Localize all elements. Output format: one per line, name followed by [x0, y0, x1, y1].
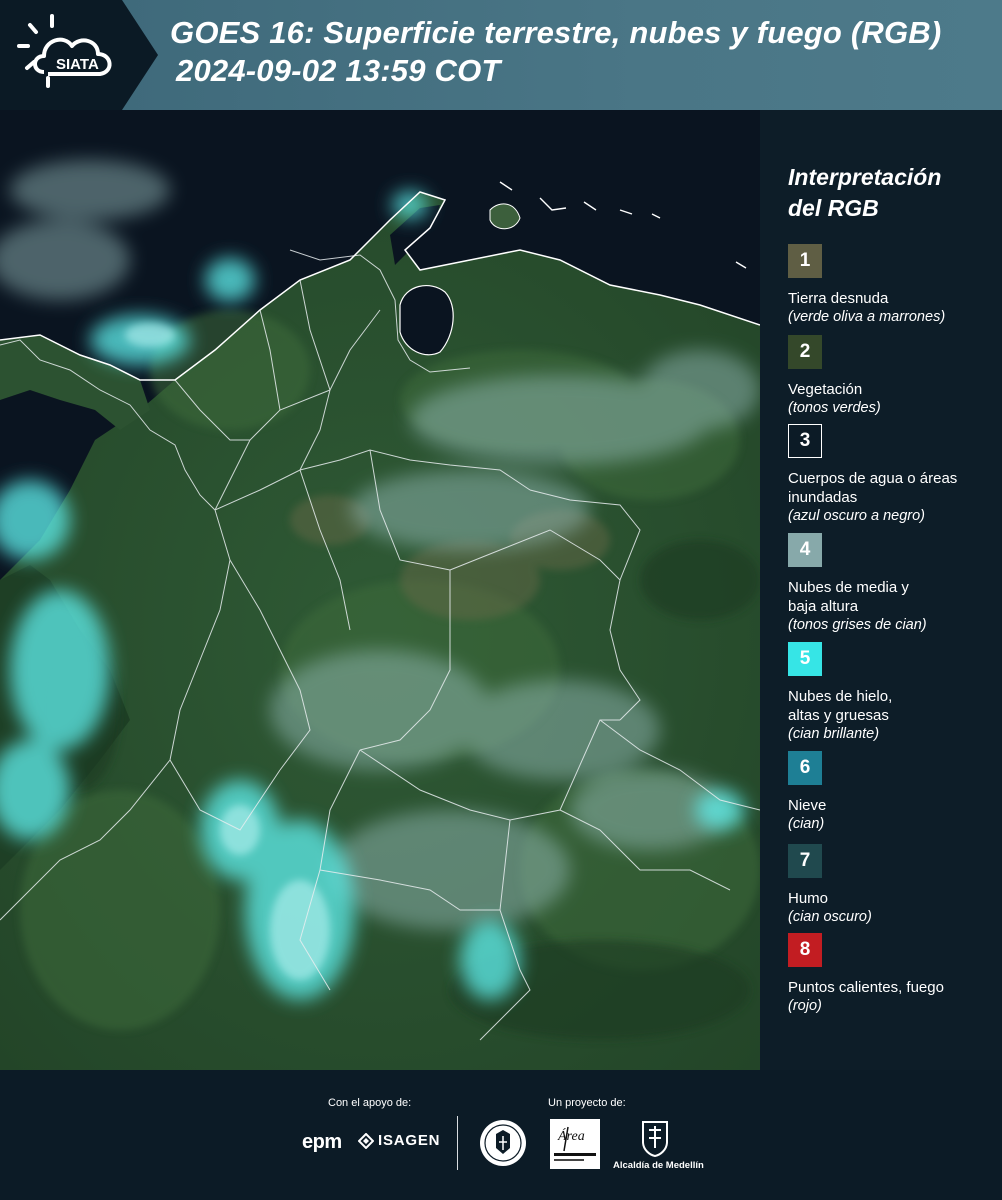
legend-swatch: 2 [788, 335, 822, 369]
legend-swatch: 1 [788, 244, 822, 278]
legend-item-label: Puntos calientes, fuego [788, 979, 944, 996]
legend-item-label: Nubes de media y baja altura [788, 579, 909, 615]
image-timestamp: 2024-09-02 13:59 COT [176, 53, 501, 88]
page-title: GOES 16: Superficie terrestre, nubes y f… [170, 15, 942, 50]
legend-item-smoke: 7 Humo (cian oscuro) [788, 844, 998, 927]
legend-swatch: 5 [788, 642, 822, 676]
isagen-logo-text: ISAGEN [378, 1132, 441, 1149]
legend-item-desc: (cian) [788, 816, 825, 832]
isagen-logo: ISAGEN [358, 1132, 440, 1149]
university-seal-logo [480, 1120, 526, 1166]
legend-item-fire: 8 Puntos calientes, fuego (rojo) [788, 933, 998, 1016]
footer-sponsors: Con el apoyo de: Un proyecto de: epm ISA… [0, 1070, 1002, 1200]
alcaldia-logo-text: Alcaldía de Medellín [613, 1160, 704, 1171]
legend-item-label: Nieve [788, 797, 827, 814]
siata-logo-text: SIATA [56, 56, 99, 73]
siata-logo: SIATA [17, 14, 112, 88]
legend-item-desc: (verde oliva a marrones) [788, 309, 946, 325]
legend-item-desc: (rojo) [788, 998, 822, 1014]
legend-title-line-1: Interpretación [788, 164, 942, 190]
satellite-rgb-image [0, 110, 760, 1070]
area-metropolitana-logo: Área [550, 1119, 600, 1169]
legend-item-snow: 6 Nieve (cian) [788, 751, 998, 834]
legend-swatch: 4 [788, 533, 822, 567]
satellite-map [0, 110, 760, 1070]
legend-title: Interpretación del RGB [788, 162, 988, 224]
legend-item-low-clouds: 4 Nubes de media y baja altura (tonos gr… [788, 533, 998, 635]
legend-item-water: 3 Cuerpos de agua o áreas inundadas (azu… [788, 424, 998, 526]
isagen-mark-icon [358, 1132, 374, 1149]
legend-swatch: 7 [788, 844, 822, 878]
header-bar: SIATA GOES 16: Superficie terrestre, nub… [0, 0, 1002, 110]
legend-item-vegetation: 2 Vegetación (tonos verdes) [788, 335, 998, 418]
project-caption: Un proyecto de: [548, 1097, 626, 1109]
legend-item-label: Tierra desnuda [788, 290, 889, 307]
legend-item-desc: (cian oscuro) [788, 909, 872, 925]
support-caption: Con el apoyo de: [328, 1097, 412, 1109]
epm-logo: epm [302, 1131, 342, 1153]
legend-item-desc: (tonos grises de cian) [788, 617, 927, 633]
rgb-legend-panel: Interpretación del RGB 1 Tierra desnuda … [760, 110, 1002, 1070]
legend-item-label: Vegetación [788, 381, 863, 398]
legend-item-bare-soil: 1 Tierra desnuda (verde oliva a marrones… [788, 244, 998, 327]
header-chevron-shape [122, 0, 158, 110]
legend-item-label: Cuerpos de agua o áreas inundadas [788, 470, 958, 506]
legend-swatch: 8 [788, 933, 822, 967]
footer-divider [457, 1116, 458, 1170]
legend-item-label: Nubes de hielo, altas y gruesas [788, 688, 893, 724]
legend-item-desc: (tonos verdes) [788, 400, 881, 416]
legend-item-ice-clouds: 5 Nubes de hielo, altas y gruesas (cian … [788, 642, 998, 744]
legend-swatch: 6 [788, 751, 822, 785]
legend-swatch: 3 [788, 424, 822, 458]
alcaldia-coat-of-arms-icon [642, 1121, 668, 1158]
legend-item-label: Humo [788, 890, 829, 907]
legend-item-desc: (cian brillante) [788, 726, 880, 742]
legend-title-line-2: del RGB [788, 195, 879, 221]
legend-item-desc: (azul oscuro a negro) [788, 508, 926, 524]
